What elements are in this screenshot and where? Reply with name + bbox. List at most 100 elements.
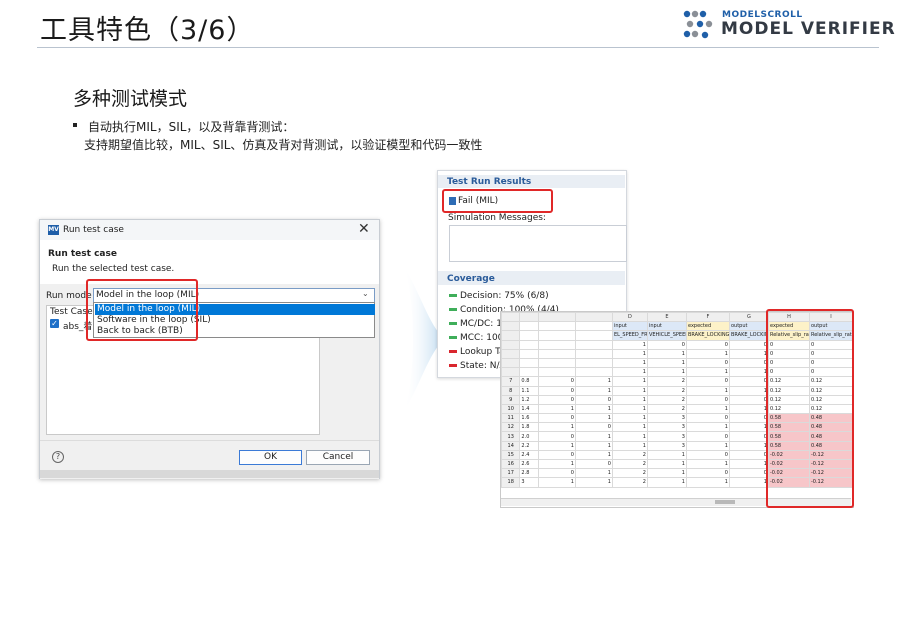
table-cell[interactable] — [501, 330, 521, 341]
table-cell[interactable]: 8 — [501, 385, 521, 396]
table-cell[interactable]: 1.4 — [519, 403, 539, 415]
table-cell[interactable]: 1 — [611, 431, 648, 442]
table-cell[interactable] — [574, 321, 613, 332]
table-cell[interactable]: 1 — [685, 458, 730, 470]
table-cell[interactable]: 2.6 — [519, 458, 539, 470]
table-cell[interactable]: 1 — [574, 468, 613, 479]
table-cell[interactable]: 1 — [728, 422, 769, 433]
table-cell[interactable]: 14 — [501, 440, 521, 451]
table-cell[interactable]: 1 — [728, 403, 769, 415]
table-cell[interactable] — [519, 357, 539, 369]
table-cell[interactable]: 1 — [685, 367, 730, 378]
table-cell[interactable] — [574, 367, 613, 378]
table-cell[interactable]: 13 — [501, 431, 521, 442]
table-cell[interactable]: 1 — [574, 413, 613, 424]
table-cell[interactable]: 1.2 — [519, 394, 539, 405]
table-cell[interactable]: BRAKE_LOCKING — [685, 330, 730, 341]
table-cell[interactable]: 7 — [501, 376, 521, 387]
cancel-button[interactable]: Cancel — [306, 450, 370, 465]
table-cell[interactable]: 9 — [501, 394, 521, 405]
table-cell[interactable] — [501, 312, 521, 323]
table-cell[interactable]: 1 — [537, 403, 576, 415]
table-cell[interactable]: F — [685, 312, 730, 323]
table-cell[interactable] — [537, 330, 576, 341]
table-cell[interactable] — [574, 312, 613, 323]
table-cell[interactable]: 1 — [611, 422, 648, 433]
table-cell[interactable]: 3 — [519, 477, 539, 488]
table-cell[interactable]: D — [611, 312, 648, 323]
table-cell[interactable]: G — [728, 312, 769, 323]
table-cell[interactable]: 2 — [611, 449, 648, 461]
table-cell[interactable]: 15 — [501, 449, 521, 461]
ok-button[interactable]: OK — [239, 450, 302, 465]
table-cell[interactable]: 1 — [574, 477, 613, 488]
table-cell[interactable]: 1 — [646, 348, 687, 359]
table-cell[interactable]: BRAKE_LOCKING — [728, 330, 769, 341]
checkbox-checked-icon[interactable]: ✓ — [50, 319, 59, 328]
table-cell[interactable]: 0 — [574, 422, 613, 433]
table-cell[interactable] — [574, 339, 613, 350]
table-cell[interactable]: 1 — [611, 348, 648, 359]
table-cell[interactable]: 1 — [728, 367, 769, 378]
table-cell[interactable]: 1 — [611, 376, 648, 387]
table-cell[interactable]: 1 — [646, 367, 687, 378]
scrollbar-thumb[interactable] — [715, 500, 735, 504]
table-cell[interactable] — [574, 357, 613, 369]
table-cell[interactable]: 0 — [685, 376, 730, 387]
table-cell[interactable]: 2 — [646, 385, 687, 396]
table-cell[interactable]: 0 — [537, 468, 576, 479]
table-cell[interactable]: 11 — [501, 413, 521, 424]
table-cell[interactable] — [519, 367, 539, 378]
table-cell[interactable] — [537, 312, 576, 323]
table-cell[interactable]: 0 — [728, 431, 769, 442]
table-cell[interactable]: 0 — [728, 394, 769, 405]
table-cell[interactable] — [501, 348, 521, 359]
table-cell[interactable]: 1 — [728, 440, 769, 451]
table-cell[interactable]: 0 — [537, 394, 576, 405]
table-cell[interactable]: 1 — [537, 422, 576, 433]
table-cell[interactable]: 0 — [574, 458, 613, 470]
table-cell[interactable]: 2 — [646, 394, 687, 405]
table-cell[interactable]: 1 — [611, 339, 648, 350]
table-cell[interactable]: 18 — [501, 477, 521, 488]
table-cell[interactable]: output — [728, 321, 769, 332]
table-cell[interactable]: 1 — [611, 385, 648, 396]
table-cell[interactable]: 1.1 — [519, 385, 539, 396]
table-cell[interactable]: 17 — [501, 468, 521, 479]
table-cell[interactable]: 2.0 — [519, 431, 539, 442]
table-cell[interactable] — [537, 367, 576, 378]
table-cell[interactable]: 0 — [537, 431, 576, 442]
table-cell[interactable]: 2.4 — [519, 449, 539, 461]
simulation-messages-box[interactable] — [449, 225, 627, 262]
table-cell[interactable]: EL_SPEED_FR — [611, 330, 648, 341]
help-icon[interactable]: ? — [52, 451, 64, 463]
table-cell[interactable] — [501, 339, 521, 350]
table-cell[interactable]: 0 — [537, 385, 576, 396]
table-cell[interactable]: 1 — [611, 367, 648, 378]
table-cell[interactable]: 1 — [728, 385, 769, 396]
table-cell[interactable] — [519, 348, 539, 359]
table-cell[interactable]: 12 — [501, 422, 521, 433]
table-cell[interactable] — [537, 321, 576, 332]
table-cell[interactable]: 1 — [611, 394, 648, 405]
table-cell[interactable]: 0 — [728, 449, 769, 461]
table-cell[interactable] — [501, 321, 521, 332]
table-cell[interactable] — [574, 348, 613, 359]
table-cell[interactable]: 1 — [574, 376, 613, 387]
table-cell[interactable]: 1 — [685, 422, 730, 433]
table-cell[interactable] — [501, 367, 521, 378]
table-cell[interactable] — [537, 357, 576, 369]
table-cell[interactable]: 1 — [537, 440, 576, 451]
table-cell[interactable]: 0 — [537, 376, 576, 387]
table-cell[interactable]: 1 — [574, 440, 613, 451]
table-cell[interactable]: 1 — [611, 440, 648, 451]
table-cell[interactable]: 1 — [728, 348, 769, 359]
table-cell[interactable]: 0 — [728, 413, 769, 424]
table-cell[interactable]: 1.8 — [519, 422, 539, 433]
table-cell[interactable]: 1 — [685, 440, 730, 451]
table-cell[interactable]: 0 — [685, 394, 730, 405]
table-cell[interactable]: 1 — [685, 477, 730, 488]
table-cell[interactable]: input — [611, 321, 648, 332]
table-cell[interactable]: 1 — [611, 413, 648, 424]
table-cell[interactable]: 1 — [646, 477, 687, 488]
